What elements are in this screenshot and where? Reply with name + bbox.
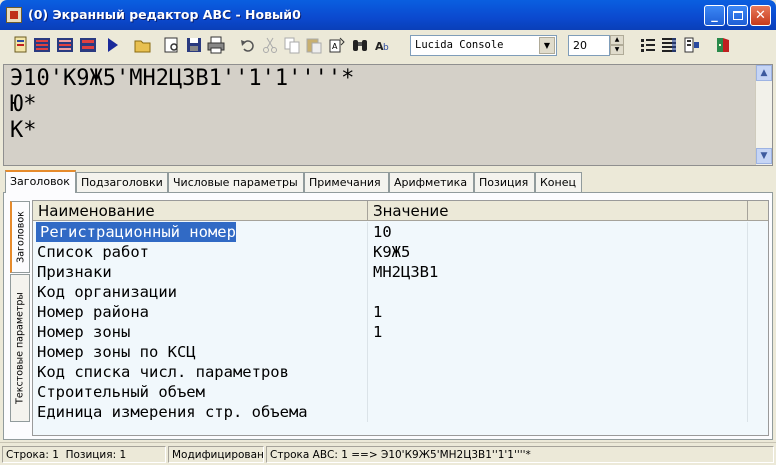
status-state: Модифицирован [168, 446, 264, 463]
table-row[interactable]: Признаки МН2Ц3В1 [33, 262, 768, 282]
editor-line[interactable]: Ю* [10, 92, 37, 118]
binoculars-icon[interactable] [351, 36, 369, 54]
selected-cell[interactable]: Регистрационный номер [36, 222, 236, 242]
status-bar: Строка: 1 Позиция: 1 Модифицирован Строк… [0, 442, 776, 465]
minimize-button[interactable]: _ [704, 5, 725, 26]
save-icon[interactable] [185, 36, 203, 54]
tab-header[interactable]: Заголовок [5, 170, 76, 193]
table-row[interactable]: Код списка числ. параметров [33, 362, 768, 382]
undo-icon[interactable] [239, 36, 257, 54]
table-row[interactable]: Номер района 1 [33, 302, 768, 322]
side-tabs: Заголовок Текстовые параметры [10, 201, 30, 431]
tab-numeric-params[interactable]: Числовые параметры [168, 172, 304, 192]
table-row[interactable]: Строительный объем [33, 382, 768, 402]
replace-icon[interactable]: Ab [374, 36, 392, 54]
row-value[interactable] [368, 402, 748, 422]
new-record-icon[interactable] [12, 36, 30, 54]
copy-icon[interactable] [283, 36, 301, 54]
tab-position[interactable]: Позиция [474, 172, 535, 192]
properties-grid: Наименование Значение Регистрационный но… [32, 200, 769, 436]
editor-scrollbar[interactable]: ▲ ▼ [755, 65, 772, 165]
exit-icon[interactable] [715, 36, 733, 54]
minimize-icon: _ [711, 8, 718, 23]
print-preview-icon[interactable] [163, 36, 181, 54]
spin-down-icon[interactable]: ▼ [610, 45, 624, 55]
grid-header: Наименование Значение [33, 201, 768, 221]
row-value[interactable]: МН2Ц3В1 [368, 262, 748, 282]
font-name-value: Lucida Console [415, 39, 504, 51]
column-header-name[interactable]: Наименование [33, 201, 368, 221]
table-row[interactable]: Единица измерения стр. объема [33, 402, 768, 422]
maximize-button[interactable] [727, 5, 748, 26]
open-folder-icon[interactable] [134, 36, 152, 54]
font-size-value: 20 [573, 39, 587, 52]
row-name: Список работ [33, 242, 368, 262]
print-icon[interactable] [207, 36, 225, 54]
row-value[interactable]: 1 [368, 322, 748, 342]
row-value[interactable]: 1 [368, 302, 748, 322]
row-value[interactable] [368, 382, 748, 402]
status-line: Строка: 1 Позиция: 1 [2, 446, 166, 463]
row-name: Номер зоны [33, 322, 368, 342]
play-icon[interactable] [103, 36, 121, 54]
tab-notes[interactable]: Примечания [304, 172, 389, 192]
find-icon[interactable]: A [328, 36, 346, 54]
toolbar: A Ab Lucida Console ▼ 20 ▲ ▼ [3, 31, 773, 59]
paste-icon[interactable] [305, 36, 323, 54]
window-title: (0) Экранный редактор ABC - Новый0 [28, 7, 301, 22]
editor-line[interactable]: Э10'К9Ж5'МН2Ц3В1''1'1''''* [10, 66, 354, 92]
svg-text:b: b [383, 43, 389, 53]
row-value[interactable] [368, 282, 748, 302]
font-size-spinner[interactable]: ▲ ▼ [610, 35, 624, 56]
tab-end[interactable]: Конец [535, 172, 582, 192]
row-name: Единица измерения стр. объема [33, 402, 368, 422]
list-icon[interactable] [639, 36, 657, 54]
row-value[interactable]: 10 [368, 222, 748, 242]
table-row[interactable]: Список работ К9Ж5 [33, 242, 768, 262]
title-bar: (0) Экранный редактор ABC - Новый0 _ ✕ [0, 0, 776, 30]
app-icon[interactable] [6, 7, 22, 23]
close-icon: ✕ [755, 8, 766, 23]
format-icon[interactable] [683, 36, 701, 54]
row-name: Код списка числ. параметров [33, 362, 368, 382]
spin-up-icon[interactable]: ▲ [610, 35, 624, 45]
font-name-select[interactable]: Lucida Console ▼ [410, 35, 557, 56]
table-row[interactable]: Номер зоны по КСЦ [33, 342, 768, 362]
status-abc-line: Строка АВС: 1 ==> Э10'К9Ж5'МН2Ц3В1''1'1'… [266, 446, 774, 463]
tab-arithmetic[interactable]: Арифметика [389, 172, 474, 192]
header-panel: Заголовок Текстовые параметры Наименован… [3, 192, 773, 440]
bars-red-icon[interactable] [33, 36, 51, 54]
table-row[interactable]: Номер зоны 1 [33, 322, 768, 342]
row-name: Регистрационный номер [33, 222, 368, 242]
svg-text:A: A [332, 42, 338, 51]
row-value[interactable]: К9Ж5 [368, 242, 748, 262]
row-value[interactable] [368, 362, 748, 382]
scroll-down-icon[interactable]: ▼ [756, 148, 772, 164]
row-name: Признаки [33, 262, 368, 282]
status-position: Позиция: 1 [65, 449, 127, 461]
row-name: Номер зоны по КСЦ [33, 342, 368, 362]
cut-icon[interactable] [261, 36, 279, 54]
bars-grid-icon[interactable] [79, 36, 97, 54]
tab-subheaders[interactable]: Подзаголовки [76, 172, 168, 192]
table-row[interactable]: Код организации [33, 282, 768, 302]
font-size-field[interactable]: 20 [568, 35, 610, 56]
row-value[interactable] [368, 342, 748, 362]
list-detail-icon[interactable] [660, 36, 678, 54]
row-name: Код организации [33, 282, 368, 302]
maximize-icon [732, 11, 743, 20]
row-name: Номер района [33, 302, 368, 322]
scroll-up-icon[interactable]: ▲ [756, 65, 772, 81]
column-header-value[interactable]: Значение [368, 201, 748, 221]
side-tab-text-params[interactable]: Текстовые параметры [10, 274, 30, 422]
chevron-down-icon[interactable]: ▼ [539, 37, 555, 54]
bars-list-icon[interactable] [56, 36, 74, 54]
side-tab-header[interactable]: Заголовок [10, 201, 30, 273]
close-button[interactable]: ✕ [750, 5, 771, 26]
row-name: Строительный объем [33, 382, 368, 402]
abc-editor[interactable]: Э10'К9Ж5'МН2Ц3В1''1'1''''* Ю* К* ▲ ▼ [3, 64, 773, 166]
table-row[interactable]: Регистрационный номер 10 [33, 222, 768, 242]
editor-line[interactable]: К* [10, 118, 37, 144]
